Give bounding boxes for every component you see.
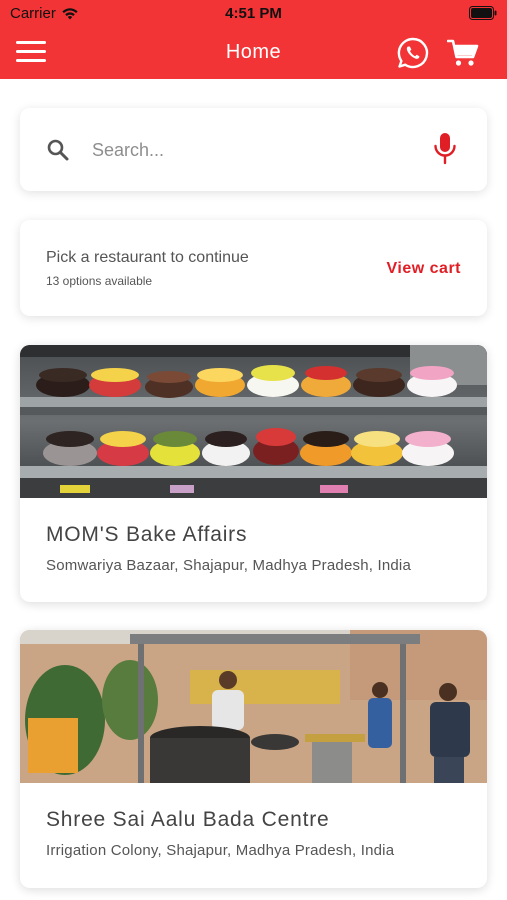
restaurant-photo-cakes <box>20 345 487 498</box>
picker-title: Pick a restaurant to continue <box>46 249 249 266</box>
header-bar: Carrier 4:51 PM Home <box>0 0 507 79</box>
microphone-icon[interactable] <box>433 132 457 166</box>
restaurant-picker-banner: Pick a restaurant to continue 13 options… <box>20 220 487 316</box>
options-count: 13 options available <box>46 274 153 288</box>
status-time: 4:51 PM <box>225 5 282 22</box>
page-title: Home <box>225 41 282 63</box>
restaurant-address: Somwariya Bazaar, Shajapur, Madhya Prade… <box>46 557 412 574</box>
restaurant-name: MOM'S Bake Affairs <box>46 523 248 546</box>
app-screen: Carrier 4:51 PM Home Search... Pick a re… <box>0 0 507 900</box>
restaurant-photo-food-stall <box>20 630 487 783</box>
view-cart-button[interactable]: View cart <box>387 260 461 278</box>
battery-icon <box>469 6 497 20</box>
restaurant-name: Shree Sai Aalu Bada Centre <box>46 808 330 831</box>
search-icon <box>47 139 69 161</box>
restaurant-card[interactable]: MOM'S Bake Affairs Somwariya Bazaar, Sha… <box>20 345 487 602</box>
status-bar: Carrier 4:51 PM <box>0 0 507 28</box>
search-input[interactable] <box>92 134 412 166</box>
cart-icon[interactable] <box>447 38 479 68</box>
restaurant-card[interactable]: Shree Sai Aalu Bada Centre Irrigation Co… <box>20 630 487 888</box>
whatsapp-icon[interactable] <box>396 36 430 70</box>
search-bar <box>20 108 487 191</box>
nav-bar: Home <box>0 28 507 79</box>
restaurant-address: Irrigation Colony, Shajapur, Madhya Prad… <box>46 842 395 859</box>
